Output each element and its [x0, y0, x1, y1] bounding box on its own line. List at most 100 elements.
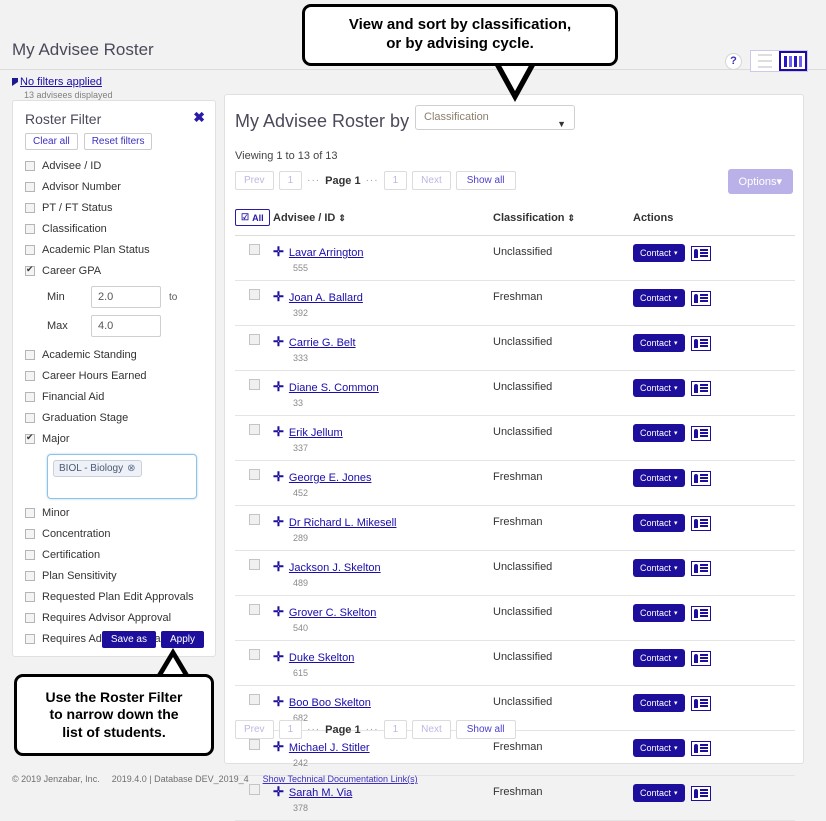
- advisee-name-link[interactable]: Diane S. Common: [289, 382, 379, 394]
- expand-icon[interactable]: ✛: [273, 559, 284, 574]
- checkbox[interactable]: [25, 434, 35, 444]
- checkbox[interactable]: [25, 161, 35, 171]
- contact-card-icon[interactable]: [691, 471, 711, 486]
- filter-item-career-hours-earned[interactable]: Career Hours Earned: [25, 370, 203, 382]
- advisee-name-link[interactable]: Lavar Arrington: [289, 247, 364, 259]
- filter-item-certification[interactable]: Certification: [25, 549, 203, 561]
- contact-button[interactable]: Contact▾: [633, 469, 685, 487]
- contact-button[interactable]: Contact▾: [633, 649, 685, 667]
- major-multiselect[interactable]: BIOL - Biology ⊗: [47, 454, 197, 499]
- view-column-button[interactable]: [779, 51, 807, 71]
- row-checkbox[interactable]: [249, 514, 260, 525]
- row-checkbox[interactable]: [249, 559, 260, 570]
- help-icon[interactable]: ?: [725, 53, 742, 70]
- contact-card-icon[interactable]: [691, 291, 711, 306]
- filter-item-plan-sensitivity[interactable]: Plan Sensitivity: [25, 570, 203, 582]
- checkbox[interactable]: [25, 350, 35, 360]
- reset-filters-button[interactable]: Reset filters: [84, 133, 153, 150]
- advisee-name-link[interactable]: Dr Richard L. Mikesell: [289, 517, 397, 529]
- checkbox[interactable]: [25, 392, 35, 402]
- next-page-button[interactable]: Next: [412, 720, 451, 739]
- filter-item-concentration[interactable]: Concentration: [25, 528, 203, 540]
- prev-page-button[interactable]: Prev: [235, 720, 274, 739]
- contact-button[interactable]: Contact▾: [633, 559, 685, 577]
- filter-item-graduation-stage[interactable]: Graduation Stage: [25, 412, 203, 424]
- checkbox[interactable]: [25, 245, 35, 255]
- expand-icon[interactable]: ✛: [273, 379, 284, 394]
- filter-item-advisee-id[interactable]: Advisee / ID: [25, 160, 203, 172]
- contact-button[interactable]: Contact▾: [633, 379, 685, 397]
- first-page-button[interactable]: 1: [279, 720, 303, 739]
- checkbox[interactable]: [25, 592, 35, 602]
- filter-item-classification[interactable]: Classification: [25, 223, 203, 235]
- expand-icon[interactable]: ✛: [273, 514, 284, 529]
- first-page-button[interactable]: 1: [279, 171, 303, 190]
- row-checkbox[interactable]: [249, 469, 260, 480]
- contact-card-icon[interactable]: [691, 516, 711, 531]
- header-advisee-id[interactable]: Advisee / ID⇕: [273, 205, 493, 236]
- expand-icon[interactable]: ✛: [273, 244, 284, 259]
- expand-icon[interactable]: ✛: [273, 424, 284, 439]
- gpa-max-input[interactable]: [91, 315, 161, 337]
- contact-button[interactable]: Contact▾: [633, 289, 685, 307]
- checkbox[interactable]: [25, 508, 35, 518]
- expand-icon[interactable]: ✛: [273, 649, 284, 664]
- contact-button[interactable]: Contact▾: [633, 784, 685, 802]
- filter-item-advisor-number[interactable]: Advisor Number: [25, 181, 203, 193]
- contact-button[interactable]: Contact▾: [633, 424, 685, 442]
- contact-button[interactable]: Contact▾: [633, 244, 685, 262]
- next-page-button[interactable]: Next: [412, 171, 451, 190]
- last-page-button[interactable]: 1: [384, 171, 408, 190]
- filter-item-minor[interactable]: Minor: [25, 507, 203, 519]
- contact-card-icon[interactable]: [691, 381, 711, 396]
- row-checkbox[interactable]: [249, 604, 260, 615]
- classification-select[interactable]: Classification ▼: [415, 105, 575, 130]
- row-checkbox[interactable]: [249, 424, 260, 435]
- filter-item-requires-advisor-approval[interactable]: Requires Advisor Approval: [25, 612, 203, 624]
- contact-card-icon[interactable]: [691, 426, 711, 441]
- contact-button[interactable]: Contact▾: [633, 604, 685, 622]
- contact-button[interactable]: Contact▾: [633, 694, 685, 712]
- checkbox[interactable]: [25, 203, 35, 213]
- show-all-button[interactable]: Show all: [456, 171, 516, 190]
- row-checkbox[interactable]: [249, 694, 260, 705]
- last-page-button[interactable]: 1: [384, 720, 408, 739]
- row-checkbox[interactable]: [249, 784, 260, 795]
- checkbox[interactable]: [25, 571, 35, 581]
- filter-item-pt-ft-status[interactable]: PT / FT Status: [25, 202, 203, 214]
- no-filters-applied-link[interactable]: No filters applied: [20, 76, 102, 88]
- technical-documentation-link[interactable]: Show Technical Documentation Link(s): [263, 774, 418, 784]
- prev-page-button[interactable]: Prev: [235, 171, 274, 190]
- contact-button[interactable]: Contact▾: [633, 514, 685, 532]
- contact-card-icon[interactable]: [691, 561, 711, 576]
- select-all-button[interactable]: ☑ All: [235, 209, 270, 226]
- row-checkbox[interactable]: [249, 379, 260, 390]
- checkbox[interactable]: [25, 224, 35, 234]
- contact-card-icon[interactable]: [691, 336, 711, 351]
- contact-card-icon[interactable]: [691, 651, 711, 666]
- advisee-name-link[interactable]: George E. Jones: [289, 472, 372, 484]
- row-checkbox[interactable]: [249, 334, 260, 345]
- advisee-name-link[interactable]: Joan A. Ballard: [289, 292, 363, 304]
- advisee-name-link[interactable]: Carrie G. Belt: [289, 337, 356, 349]
- contact-card-icon[interactable]: [691, 696, 711, 711]
- expand-icon[interactable]: ✛: [273, 694, 284, 709]
- header-classification[interactable]: Classification⇕: [493, 205, 633, 236]
- expand-icon[interactable]: ✛: [273, 289, 284, 304]
- filter-item-financial-aid[interactable]: Financial Aid: [25, 391, 203, 403]
- expand-icon[interactable]: ✛: [273, 739, 284, 754]
- row-checkbox[interactable]: [249, 289, 260, 300]
- contact-card-icon[interactable]: [691, 246, 711, 261]
- save-as-button[interactable]: Save as: [102, 631, 156, 648]
- row-checkbox[interactable]: [249, 244, 260, 255]
- view-list-button[interactable]: [751, 51, 779, 71]
- clear-all-button[interactable]: Clear all: [25, 133, 78, 150]
- major-chip[interactable]: BIOL - Biology ⊗: [53, 460, 142, 477]
- advisee-name-link[interactable]: Jackson J. Skelton: [289, 562, 381, 574]
- remove-chip-icon[interactable]: ⊗: [127, 463, 135, 474]
- expand-icon[interactable]: ✛: [273, 334, 284, 349]
- advisee-name-link[interactable]: Sarah M. Via: [289, 787, 352, 799]
- row-checkbox[interactable]: [249, 649, 260, 660]
- checkbox[interactable]: [25, 634, 35, 644]
- contact-card-icon[interactable]: [691, 741, 711, 756]
